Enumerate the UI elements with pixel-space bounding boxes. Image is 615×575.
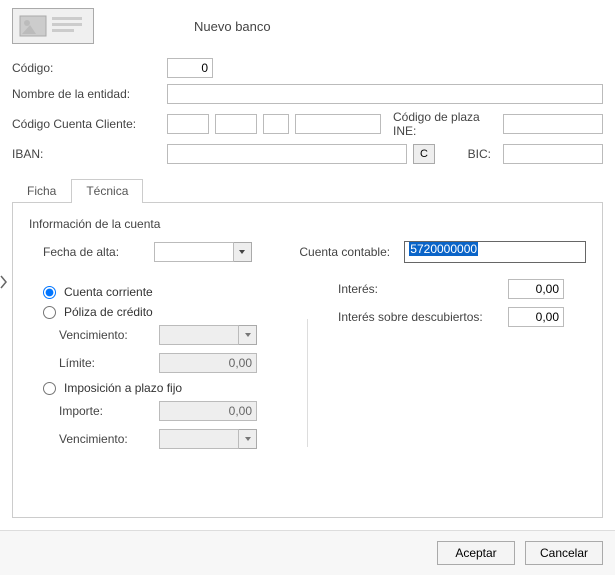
vertical-divider [307, 319, 308, 447]
ccc-input-1[interactable] [167, 114, 209, 134]
radio-cuenta-corriente[interactable] [43, 286, 56, 299]
chevron-down-icon [239, 325, 257, 345]
fecha-alta-label: Fecha de alta: [43, 245, 154, 259]
poliza-limite-input [159, 353, 257, 373]
interes-input[interactable] [508, 279, 564, 299]
fecha-alta-input[interactable] [154, 242, 234, 262]
radio-plazo-fijo-label: Imposición a plazo fijo [64, 381, 182, 395]
aceptar-button[interactable]: Aceptar [437, 541, 515, 565]
interes-descubiertos-label: Interés sobre descubiertos: [338, 310, 508, 324]
chevron-down-icon[interactable] [234, 242, 252, 262]
tab-ficha[interactable]: Ficha [12, 179, 71, 203]
codigo-label: Código: [12, 61, 167, 75]
poliza-vencimiento-dropdown [159, 325, 257, 345]
ccc-label: Código Cuenta Cliente: [12, 117, 167, 131]
plazo-vencimiento-label: Vencimiento: [59, 432, 159, 446]
ccc-input-3[interactable] [263, 114, 289, 134]
nombre-input[interactable] [167, 84, 603, 104]
preview-thumbnail [12, 8, 94, 44]
cuenta-contable-value: 5720000000 [409, 242, 478, 256]
poliza-vencimiento-input [159, 325, 239, 345]
nombre-label: Nombre de la entidad: [12, 87, 167, 101]
plazo-importe-label: Importe: [59, 404, 159, 418]
interes-descubiertos-input[interactable] [508, 307, 564, 327]
plazo-importe-input [159, 401, 257, 421]
cancelar-button[interactable]: Cancelar [525, 541, 603, 565]
chevron-down-icon [239, 429, 257, 449]
plazo-vencimiento-input [159, 429, 239, 449]
fecha-alta-dropdown[interactable] [154, 242, 252, 262]
iban-label: IBAN: [12, 147, 167, 161]
radio-poliza-credito-label: Póliza de crédito [64, 305, 153, 319]
ccc-input-4[interactable] [295, 114, 381, 134]
radio-plazo-fijo[interactable] [43, 382, 56, 395]
plaza-label: Código de plaza INE: [393, 110, 491, 138]
bic-label: BIC: [453, 147, 491, 161]
tab-tecnica[interactable]: Técnica [71, 179, 143, 203]
iban-input[interactable] [167, 144, 407, 164]
ccc-input-2[interactable] [215, 114, 257, 134]
plazo-vencimiento-dropdown [159, 429, 257, 449]
calc-iban-button[interactable]: C [413, 144, 435, 164]
radio-cuenta-corriente-label: Cuenta corriente [64, 285, 153, 299]
radio-poliza-credito[interactable] [43, 306, 56, 319]
cuenta-contable-input[interactable]: 5720000000 [404, 241, 586, 263]
expand-chevron[interactable] [0, 275, 8, 292]
dialog-title: Nuevo banco [194, 19, 271, 34]
plaza-input[interactable] [503, 114, 603, 134]
section-title: Información de la cuenta [29, 217, 586, 231]
bic-input[interactable] [503, 144, 603, 164]
poliza-limite-label: Límite: [59, 356, 159, 370]
codigo-input[interactable] [167, 58, 213, 78]
poliza-vencimiento-label: Vencimiento: [59, 328, 159, 342]
interes-label: Interés: [338, 282, 508, 296]
cuenta-contable-label: Cuenta contable: [299, 245, 404, 259]
